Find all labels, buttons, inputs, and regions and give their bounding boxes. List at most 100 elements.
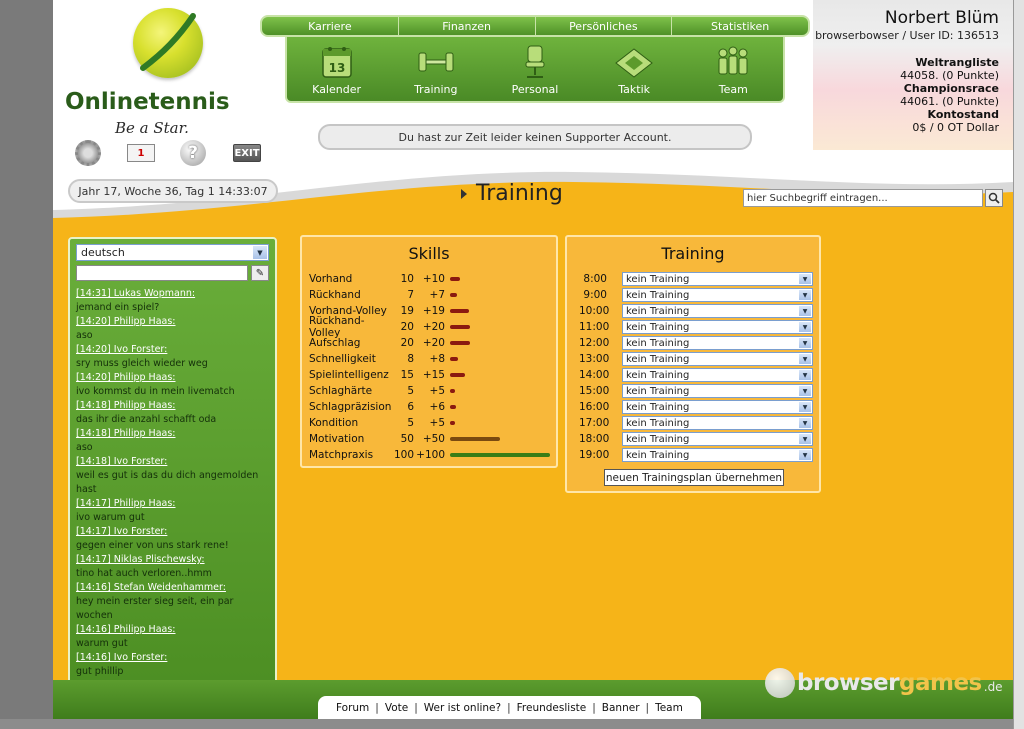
chat-message-author[interactable]: [14:18] Philipp Haas:: [76, 427, 270, 441]
nav-taktik[interactable]: Taktik: [589, 37, 679, 101]
chat-message-text: warum gut: [76, 638, 128, 649]
nav-persoenliches[interactable]: Persönliches: [536, 17, 673, 35]
training-slot-select[interactable]: kein Training ▼: [622, 336, 813, 350]
nav-statistiken[interactable]: Statistiken: [672, 17, 808, 35]
footer-link[interactable]: Forum: [330, 702, 375, 714]
chat-message-author[interactable]: [14:16] Philipp Haas:: [76, 623, 270, 637]
training-slot-time: 13:00: [579, 353, 610, 365]
training-slot-row: 15:00 kein Training ▼: [579, 383, 813, 399]
training-slot-select[interactable]: kein Training ▼: [622, 288, 813, 302]
skill-name: Schlaghärte: [309, 385, 373, 397]
training-slot-value: kein Training: [626, 353, 690, 365]
training-plan-panel: Training 8:00 kein Training ▼ 9:00 kein Trai…: [565, 235, 821, 493]
training-slot-row: 10:00 kein Training ▼: [579, 303, 813, 319]
nav-training[interactable]: Training: [391, 37, 481, 101]
chevron-down-icon: ▼: [799, 274, 811, 284]
settings-gear-icon[interactable]: [75, 140, 101, 166]
browsergames-logo[interactable]: browsergames .de: [765, 668, 1003, 698]
chat-message-author[interactable]: [14:31] Lukas Wopmann:: [76, 287, 270, 301]
help-question-icon[interactable]: ?: [180, 140, 206, 166]
chat-language-select[interactable]: deutsch ▼: [76, 244, 269, 261]
chat-message-author[interactable]: [14:17] Philipp Haas:: [76, 497, 270, 511]
nav-karriere[interactable]: Karriere: [262, 17, 399, 35]
nav-personal[interactable]: Personal: [490, 37, 580, 101]
nav-kalender[interactable]: 13 Kalender: [292, 37, 382, 101]
training-slot-value: kein Training: [626, 369, 690, 381]
chat-message-author[interactable]: [14:18] Philipp Haas:: [76, 399, 270, 413]
chat-message-author[interactable]: [14:17] Niklas Plischewsky:: [76, 553, 270, 567]
training-slot-select[interactable]: kein Training ▼: [622, 384, 813, 398]
chat-send-button[interactable]: ✎: [251, 265, 269, 281]
training-slot-select[interactable]: kein Training ▼: [622, 416, 813, 430]
training-slot-row: 11:00 kein Training ▼: [579, 319, 813, 335]
chat-message-author[interactable]: [14:20] Ivo Forster:: [76, 343, 270, 357]
training-slot-select[interactable]: kein Training ▼: [622, 304, 813, 318]
training-slot-value: kein Training: [626, 321, 690, 333]
skill-value: 20: [400, 337, 414, 349]
skill-bar: [450, 421, 455, 425]
footer-links: Forum | Vote | Wer ist online? | Freundesliste…: [318, 696, 701, 719]
skill-value: 10: [400, 273, 414, 285]
search-bar: [743, 189, 1003, 207]
browsergames-tld: .de: [983, 680, 1003, 694]
training-slot-select[interactable]: kein Training ▼: [622, 368, 813, 382]
footer-link[interactable]: Wer ist online?: [418, 702, 507, 714]
skill-bar-track: [450, 277, 560, 281]
training-slot-select[interactable]: kein Training ▼: [622, 432, 813, 446]
chat-message-text: aso: [76, 442, 93, 453]
exit-button[interactable]: EXIT: [233, 144, 261, 162]
brand-slogan: Be a Star.: [115, 119, 189, 137]
skill-row: Vorhand 10 +10: [309, 271, 560, 287]
skill-bar: [450, 357, 458, 361]
skill-value: 6: [407, 401, 414, 413]
messages-envelope-icon[interactable]: 1: [127, 140, 155, 166]
chat-message-author[interactable]: [14:18] Ivo Forster:: [76, 455, 270, 469]
skill-delta: +5: [429, 385, 445, 397]
footer-link[interactable]: Vote: [379, 702, 414, 714]
bottom-strip: [0, 719, 1013, 729]
skill-name: Schlagpräzision: [309, 401, 392, 413]
skill-name: Spielintelligenz: [309, 369, 389, 381]
page-scrollbar[interactable]: [1013, 0, 1024, 729]
footer-link[interactable]: Banner: [596, 702, 646, 714]
championsrace-label: Championsrace: [903, 82, 999, 95]
training-slot-value: kein Training: [626, 289, 690, 301]
chat-message-author[interactable]: [14:17] Ivo Forster:: [76, 525, 270, 539]
training-slot-row: 13:00 kein Training ▼: [579, 351, 813, 367]
training-slot-select[interactable]: kein Training ▼: [622, 320, 813, 334]
search-button[interactable]: [985, 189, 1003, 207]
chat-message-input[interactable]: [76, 265, 248, 281]
apply-training-plan-button[interactable]: neuen Trainingsplan übernehmen: [604, 469, 784, 486]
sub-nav: 13 Kalender Training Personal Taktik Tea…: [285, 37, 785, 103]
search-input[interactable]: [743, 189, 983, 207]
footer-link[interactable]: Freundesliste: [511, 702, 593, 714]
skill-bar-track: [450, 453, 560, 457]
training-slot-select[interactable]: kein Training ▼: [622, 352, 813, 366]
training-slot-row: 9:00 kein Training ▼: [579, 287, 813, 303]
chat-message-author[interactable]: [14:20] Philipp Haas:: [76, 371, 270, 385]
chat-message-author[interactable]: [14:20] Philipp Haas:: [76, 315, 270, 329]
chevron-down-icon: ▼: [799, 450, 811, 460]
training-slot-select[interactable]: kein Training ▼: [622, 400, 813, 414]
skill-name: Aufschlag: [309, 337, 361, 349]
chair-icon: [525, 45, 545, 78]
training-slot-select[interactable]: kein Training ▼: [622, 448, 813, 462]
logo[interactable]: Onlinetennis Be a Star.: [65, 5, 255, 140]
footer-link[interactable]: Team: [649, 702, 689, 714]
nav-team[interactable]: Team: [688, 37, 778, 101]
chat-message-author[interactable]: [14:16] Ivo Forster:: [76, 651, 270, 665]
brand-name: Onlinetennis: [65, 89, 230, 115]
ball-seam: [140, 13, 196, 71]
chat-message-text: das ihr die anzahl schafft oda: [76, 414, 217, 425]
skill-row: Aufschlag 20 +20: [309, 335, 560, 351]
training-slot-row: 17:00 kein Training ▼: [579, 415, 813, 431]
calendar-icon: 13: [321, 47, 352, 78]
skill-value: 5: [407, 417, 414, 429]
training-slot-value: kein Training: [626, 417, 690, 429]
page-title-text: Training: [476, 181, 563, 206]
nav-finanzen[interactable]: Finanzen: [399, 17, 536, 35]
skill-value: 5: [407, 385, 414, 397]
training-slot-time: 19:00: [579, 449, 610, 461]
chat-message-author[interactable]: [14:16] Stefan Weidenhammer:: [76, 581, 270, 595]
training-slot-select[interactable]: kein Training ▼: [622, 272, 813, 286]
